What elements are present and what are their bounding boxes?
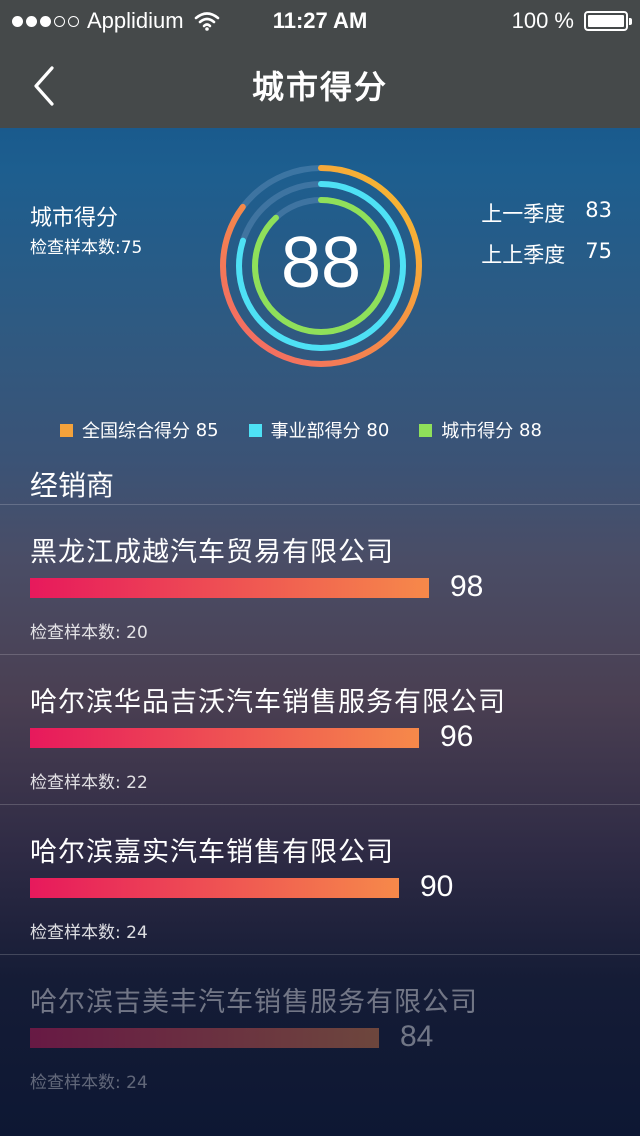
dealer-row[interactable]: 哈尔滨吉美丰汽车销售服务有限公司 84 检查样本数: 24 [0, 954, 640, 1104]
dealer-score-bar [30, 878, 399, 898]
dealer-row[interactable]: 哈尔滨嘉实汽车销售有限公司 90 检查样本数: 24 [0, 804, 640, 954]
legend-swatch [419, 423, 433, 437]
dealer-score: 84 [400, 1020, 434, 1053]
legend-swatch [60, 423, 73, 437]
dealer-sample-count: 检查样本数: 24 [30, 923, 148, 943]
status-bar: Applidium 11:27 AM 100 % [0, 0, 640, 40]
battery-icon [584, 11, 632, 31]
dealer-row[interactable]: 哈尔滨华品吉沃汽车销售服务有限公司 96 检查样本数: 22 [0, 654, 640, 804]
battery-percent: 100 % [511, 8, 574, 33]
navigation-bar: 城市得分 [0, 40, 640, 128]
score-legend: 全国综合得分 85 事业部得分 80 城市得分 88 [60, 417, 572, 443]
quarter-before-last: 上上季度 75 [481, 239, 612, 267]
dealer-row[interactable]: 黑龙江成越汽车贸易有限公司 98 检查样本数: 20 [0, 504, 640, 654]
dealer-score-bar [30, 1028, 379, 1048]
dealer-score: 96 [440, 720, 474, 753]
dealer-name: 哈尔滨吉美丰汽车销售服务有限公司 [30, 987, 478, 1018]
legend-swatch [248, 423, 262, 437]
page-title: 城市得分 [251, 68, 388, 106]
dealer-score-bar [30, 578, 429, 598]
dealer-sample-count: 检查样本数: 20 [30, 623, 148, 643]
dealer-name: 哈尔滨华品吉沃汽车销售服务有限公司 [30, 687, 506, 718]
dealer-score: 98 [450, 570, 484, 603]
city-score-value: 88 [280, 223, 362, 303]
dealer-sample-count: 检查样本数: 24 [30, 1073, 148, 1093]
dealer-name: 黑龙江成越汽车贸易有限公司 [30, 537, 394, 568]
dealer-score: 90 [420, 870, 454, 903]
dealer-name: 哈尔滨嘉实汽车销售有限公司 [30, 837, 394, 868]
summary-sample-count: 检查样本数:75 [30, 238, 143, 258]
dealer-score-bar [30, 728, 419, 748]
legend-item-division: 事业部得分 80 [248, 417, 389, 443]
dealer-sample-count: 检查样本数: 22 [30, 773, 148, 793]
summary-title: 城市得分 [30, 206, 119, 231]
legend-item-national: 全国综合得分 85 [60, 417, 219, 443]
dealers-section-title: 经销商 [30, 469, 115, 502]
legend-item-city: 城市得分 88 [419, 417, 542, 443]
previous-quarter: 上一季度 83 [481, 198, 612, 226]
